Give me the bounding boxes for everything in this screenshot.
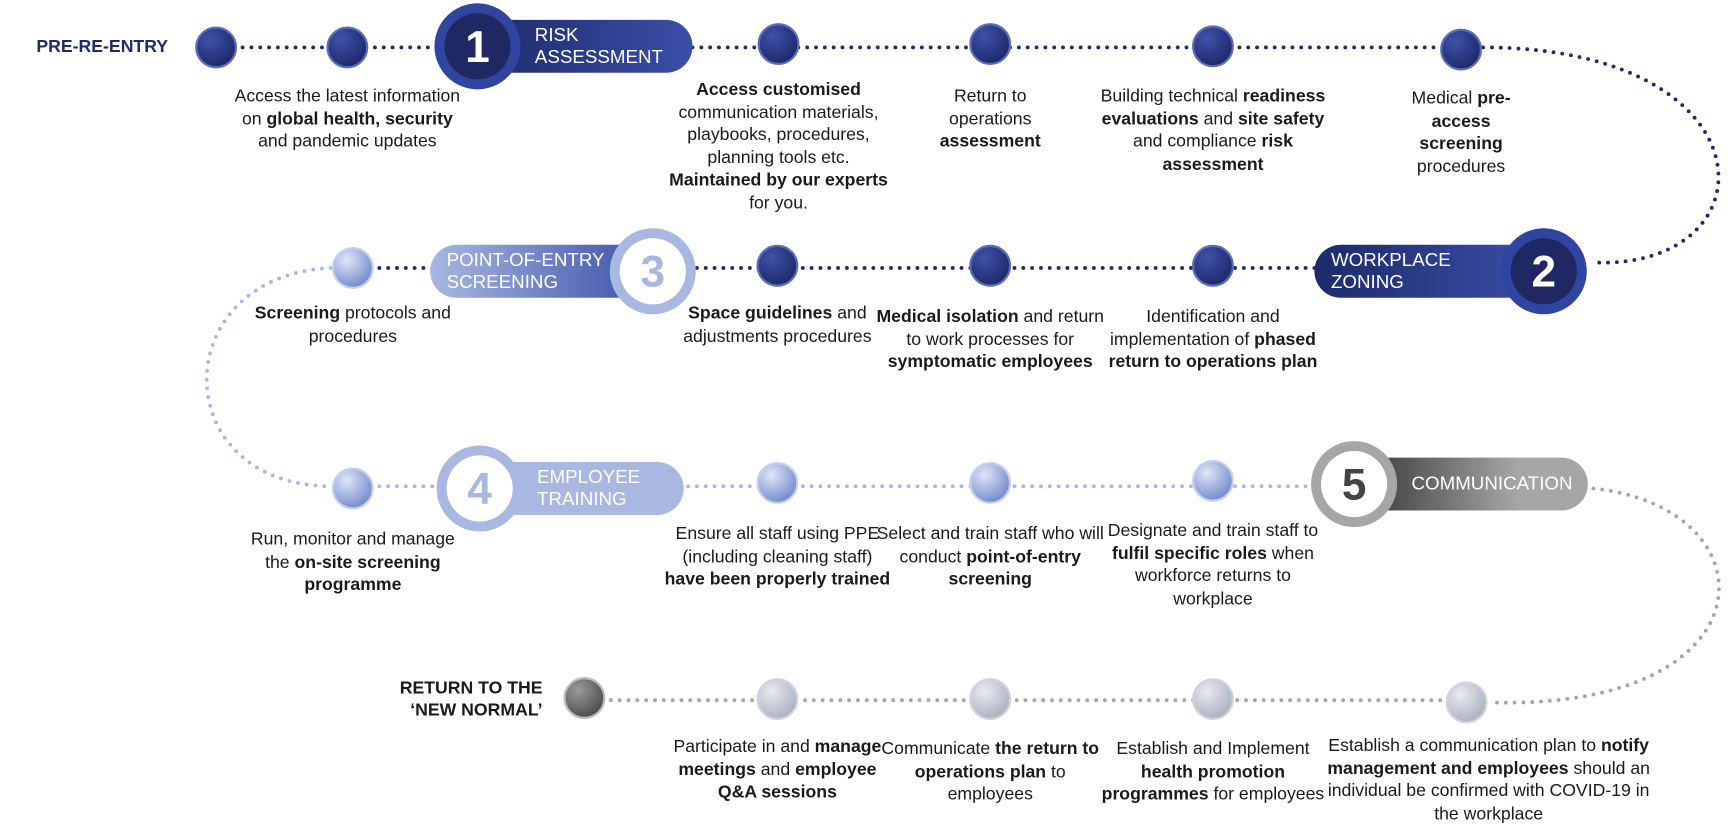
step-text-bold: global health, security [266,109,453,129]
step-description: Access customised communication material… [663,79,895,215]
step-text-bold: Access customised [696,80,861,100]
step-text-bold: Screening [254,304,341,324]
step-text: and pandemic updates [258,132,437,152]
step-text: for employees [1208,785,1325,804]
step-description: Return to operations assessment [924,86,1056,154]
step-text-bold: fulfil specific roles [1111,544,1267,563]
step-text: and [755,760,796,780]
step-description: Communicate the return to operations pla… [874,739,1106,807]
step-text: Establish a communication plan to [1328,736,1601,756]
step-description: Establish and Implement health promotion… [1097,739,1329,807]
step-text-bold: have been properly trained [664,570,891,589]
step-description: Screening protocols and procedures [237,303,469,348]
step-text: procedures [1416,157,1506,176]
step-description: Run, monitor and manage the on-site scre… [237,529,469,597]
step-description: Space guidelines and adjustments procedu… [662,303,894,348]
step-description: Establish a communication plan to notify… [1323,736,1654,826]
step-description: Participate in and manage meetings and e… [662,737,894,805]
step-description: Access the latest information on global … [232,86,464,154]
step-text: Designate and train staff to [1107,521,1319,541]
step-description: Ensure all staff using PPE (including cl… [662,524,894,592]
step-description: Medical isolation and return to work pro… [874,307,1106,375]
step-description: Identification and implementation of pha… [1097,307,1329,375]
step-text-bold: Maintained by our experts [669,170,888,190]
step-text-bold: point-of-entry screening [948,547,1081,589]
re-entry-roadmap: PRE-RE-ENTRY RETURN TO THE ‘NEW NORMAL’ … [0,0,1729,838]
step-text: for you. [749,193,808,213]
step-description: Medical pre-access screening procedures [1395,88,1527,178]
step-text-bold: assessment [939,132,1041,152]
step-text: Medical [1411,89,1478,109]
step-text: and compliance [1133,132,1262,152]
step-description: Designate and train staff to fulfil spec… [1097,520,1329,610]
step-text: Return to operations [949,87,1032,129]
step-description: Select and train staff who will conduct … [874,524,1106,592]
stage-number: 4 [467,465,492,514]
step-text-bold: symptomatic employees [887,352,1093,372]
stage-number: 3 [641,248,666,297]
step-description: Building technical readiness evaluations… [1097,86,1329,176]
step-text: Participate in and [673,737,815,757]
stage-number: 2 [1532,248,1557,297]
step-text: Building technical [1100,87,1243,106]
step-text-bold: site safety [1237,109,1325,129]
stage-number: 1 [465,23,490,72]
step-text: Communicate [881,739,996,759]
step-text: Establish and Implement [1116,739,1310,759]
step-text: communication materials, playbooks, proc… [678,103,879,168]
stage-number: 5 [1342,461,1367,510]
step-text-bold: Space guidelines [688,304,833,324]
step-text-bold: on-site screening programme [294,553,441,595]
step-text: Ensure all staff using PPE (including cl… [675,524,880,567]
step-text: and [1198,109,1238,129]
step-text-bold: Medical isolation [876,307,1019,327]
